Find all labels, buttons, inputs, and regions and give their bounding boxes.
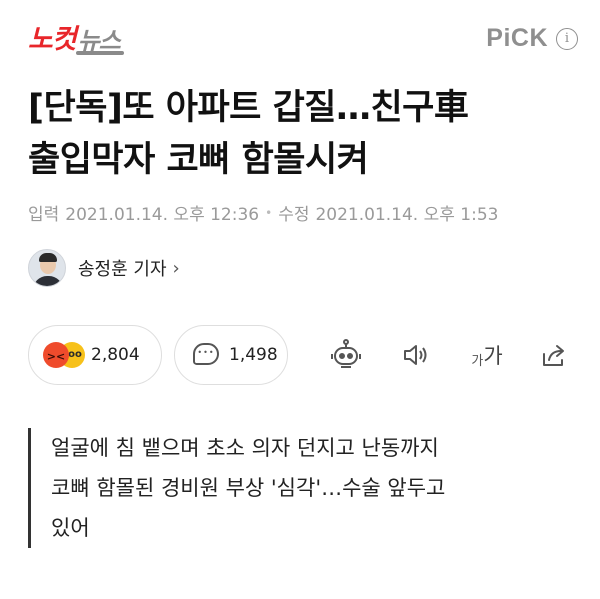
reaction-count: 2,804 <box>91 345 140 365</box>
font-size-icon[interactable]: 가 가 <box>465 337 509 373</box>
article-dates: 입력 2021.01.14. 오후 12:36 • 수정 2021.01.14.… <box>28 200 498 225</box>
comment-button[interactable]: ••• 1,498 <box>174 325 288 385</box>
avatar <box>28 249 66 287</box>
input-label: 입력 <box>28 205 60 225</box>
reporter-link[interactable]: 송정훈 기자 › <box>28 249 180 287</box>
share-icon[interactable] <box>536 337 572 373</box>
font-small-glyph: 가 <box>471 353 484 369</box>
angry-face-icon: >< <box>43 342 69 368</box>
reporter-name: 송정훈 기자 <box>78 259 167 280</box>
pick-badge[interactable]: PiCK i <box>486 24 578 53</box>
chevron-right-icon: › <box>172 257 180 279</box>
speaker-icon[interactable] <box>398 337 434 373</box>
reaction-button[interactable]: >< oo 2,804 <box>28 325 162 385</box>
headline-line-2: 출입막자 코뼈 함몰시켜 <box>28 140 369 180</box>
edit-date: 2021.01.14. 오후 1:53 <box>315 205 499 225</box>
comment-bubble-icon: ••• <box>193 343 219 365</box>
comment-count: 1,498 <box>229 345 278 365</box>
nocut-news-logo[interactable]: 노컷 뉴스 <box>28 20 125 56</box>
font-big-glyph: 가 <box>483 344 503 368</box>
subtitle-line-2: 코뼈 함몰된 경비원 부상 '심각'…수술 앞두고 <box>51 476 446 500</box>
top-bar: 노컷 뉴스 PiCK i <box>0 0 600 72</box>
action-bar: >< oo 2,804 ••• 1,498 가 가 <box>0 325 600 387</box>
headline-line-1: [단독]또 아파트 갑질…친구車 <box>28 88 469 128</box>
date-separator: • <box>265 205 273 220</box>
article-headline: [단독]또 아파트 갑질…친구車 출입막자 코뼈 함몰시켜 <box>28 82 578 186</box>
logo-red-text: 노컷 <box>28 24 77 55</box>
info-icon[interactable]: i <box>556 27 578 50</box>
pick-label: PiCK <box>486 24 548 52</box>
article-subtitle: 얼굴에 침 뱉으며 초소 의자 던지고 난동까지 코뼈 함몰된 경비원 부상 '… <box>28 428 588 548</box>
input-date: 2021.01.14. 오후 12:36 <box>65 205 260 225</box>
edit-label: 수정 <box>278 205 310 225</box>
robot-icon[interactable] <box>328 337 364 373</box>
subtitle-line-1: 얼굴에 침 뱉으며 초소 의자 던지고 난동까지 <box>51 436 439 460</box>
logo-gray-text: 뉴스 <box>75 21 125 56</box>
subtitle-line-3: 있어 <box>51 516 90 540</box>
